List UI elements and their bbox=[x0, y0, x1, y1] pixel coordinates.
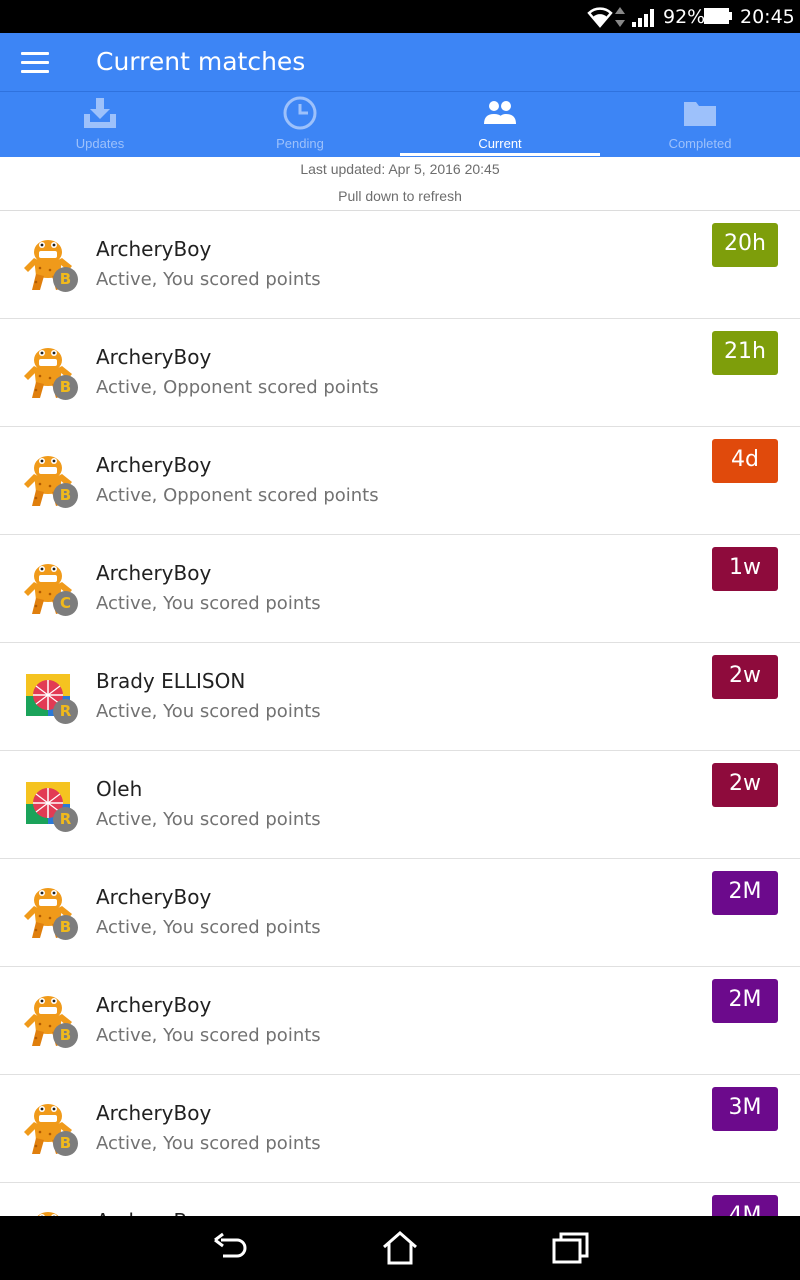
round-letter-badge: R bbox=[53, 699, 78, 724]
monster-avatar: C bbox=[22, 560, 80, 618]
match-age-badge: 4M bbox=[712, 1195, 778, 1217]
opponent-name: ArcheryBoy bbox=[96, 237, 212, 261]
opponent-name: ArcheryBoy bbox=[96, 561, 212, 585]
match-row[interactable]: B ArcheryBoy Active, You scored points 2… bbox=[0, 967, 800, 1075]
opponent-name: ArcheryBoy bbox=[96, 993, 212, 1017]
match-status: Active, You scored points bbox=[96, 593, 321, 614]
match-row[interactable]: B ArcheryBoy Active, You scored points 2… bbox=[0, 859, 800, 967]
match-row[interactable]: R Brady ELLISON Active, You scored point… bbox=[0, 643, 800, 751]
status-clock: 20:45 bbox=[740, 6, 795, 28]
battery-percent: 92% bbox=[663, 6, 706, 28]
monster-avatar: B bbox=[22, 452, 80, 510]
app-bar: Current matches bbox=[0, 33, 800, 91]
round-letter-badge: R bbox=[53, 807, 78, 832]
signal-icon bbox=[632, 9, 654, 27]
match-age-badge: 2M bbox=[712, 979, 778, 1023]
match-age-badge: 20h bbox=[712, 223, 778, 267]
page-title: Current matches bbox=[96, 47, 306, 76]
match-age-badge: 3M bbox=[712, 1087, 778, 1131]
tab-updates[interactable]: Updates bbox=[0, 92, 200, 157]
match-status: Active, You scored points bbox=[96, 1133, 321, 1154]
match-row[interactable]: B ArcheryBoy Active, You scored points 2… bbox=[0, 211, 800, 319]
match-age-badge: 2w bbox=[712, 655, 778, 699]
tab-label: Updates bbox=[75, 136, 125, 151]
tab-bar: Updates Pending Current Completed bbox=[0, 91, 800, 157]
match-status: Active, Opponent scored points bbox=[96, 377, 379, 398]
match-age-badge: 4d bbox=[712, 439, 778, 483]
opponent-name: ArcheryBoy bbox=[96, 345, 212, 369]
match-age-badge: 1w bbox=[712, 547, 778, 591]
opponent-name: ArcheryBoy bbox=[96, 1101, 212, 1125]
status-bar: 92% 20:45 bbox=[0, 0, 800, 33]
round-letter-badge: B bbox=[53, 375, 78, 400]
match-status: Active, You scored points bbox=[96, 1025, 321, 1046]
match-age-badge: 2M bbox=[712, 871, 778, 915]
clock-icon bbox=[283, 96, 317, 130]
match-list[interactable]: B ArcheryBoy Active, You scored points 2… bbox=[0, 210, 800, 1217]
match-row[interactable]: B ArcheryBoy Active, You scored points 3… bbox=[0, 1075, 800, 1183]
monster-avatar: B bbox=[22, 344, 80, 402]
last-updated-text: Last updated: Apr 5, 2016 20:45 bbox=[300, 161, 500, 177]
match-row[interactable]: B ArcheryBoy Active, Opponent scored poi… bbox=[0, 427, 800, 535]
data-activity-icon bbox=[615, 7, 625, 27]
match-row[interactable]: R Oleh Active, You scored points 2w bbox=[0, 751, 800, 859]
opponent-name: Oleh bbox=[96, 777, 143, 801]
round-letter-badge: C bbox=[53, 591, 78, 616]
match-status: Active, You scored points bbox=[96, 809, 321, 830]
tab-label: Pending bbox=[276, 136, 324, 151]
opponent-name: ArcheryBoy bbox=[96, 453, 212, 477]
wifi-icon bbox=[587, 7, 613, 28]
monster-avatar: B bbox=[22, 884, 80, 942]
match-age-badge: 21h bbox=[712, 331, 778, 375]
people-icon bbox=[484, 101, 516, 124]
monster-avatar: B bbox=[22, 1100, 80, 1158]
tab-completed[interactable]: Completed bbox=[600, 92, 800, 157]
match-status: Active, Opponent scored points bbox=[96, 485, 379, 506]
tab-label: Current bbox=[478, 136, 522, 151]
download-icon bbox=[84, 98, 116, 128]
match-row[interactable]: C ArcheryBoy Active, You scored points 1… bbox=[0, 535, 800, 643]
archery-logo-avatar: R bbox=[22, 668, 80, 726]
home-icon[interactable] bbox=[380, 1230, 420, 1266]
hamburger-menu-icon[interactable] bbox=[21, 52, 49, 74]
match-row[interactable]: B ArcheryBoy 4M bbox=[0, 1183, 800, 1217]
opponent-name: Brady ELLISON bbox=[96, 669, 246, 693]
recents-icon[interactable] bbox=[551, 1230, 591, 1266]
match-status: Active, You scored points bbox=[96, 917, 321, 938]
back-icon[interactable] bbox=[211, 1230, 251, 1266]
refresh-info: Last updated: Apr 5, 2016 20:45 Pull dow… bbox=[0, 157, 800, 209]
match-status: Active, You scored points bbox=[96, 269, 321, 290]
archery-logo-avatar: R bbox=[22, 776, 80, 834]
tab-pending[interactable]: Pending bbox=[200, 92, 400, 157]
battery-icon bbox=[704, 8, 732, 24]
tab-current[interactable]: Current bbox=[400, 92, 600, 157]
round-letter-badge: B bbox=[53, 1023, 78, 1048]
match-age-badge: 2w bbox=[712, 763, 778, 807]
active-tab-indicator bbox=[400, 153, 600, 156]
tab-label: Completed bbox=[668, 136, 732, 151]
round-letter-badge: B bbox=[53, 915, 78, 940]
folder-icon bbox=[684, 102, 716, 126]
round-letter-badge: B bbox=[53, 1131, 78, 1156]
system-nav-bar bbox=[0, 1216, 800, 1280]
pull-to-refresh-hint: Pull down to refresh bbox=[338, 188, 462, 204]
opponent-name: ArcheryBoy bbox=[96, 885, 212, 909]
round-letter-badge: B bbox=[53, 483, 78, 508]
monster-avatar: B bbox=[22, 236, 80, 294]
round-letter-badge: B bbox=[53, 267, 78, 292]
match-row[interactable]: B ArcheryBoy Active, Opponent scored poi… bbox=[0, 319, 800, 427]
monster-avatar: B bbox=[22, 992, 80, 1050]
match-status: Active, You scored points bbox=[96, 701, 321, 722]
